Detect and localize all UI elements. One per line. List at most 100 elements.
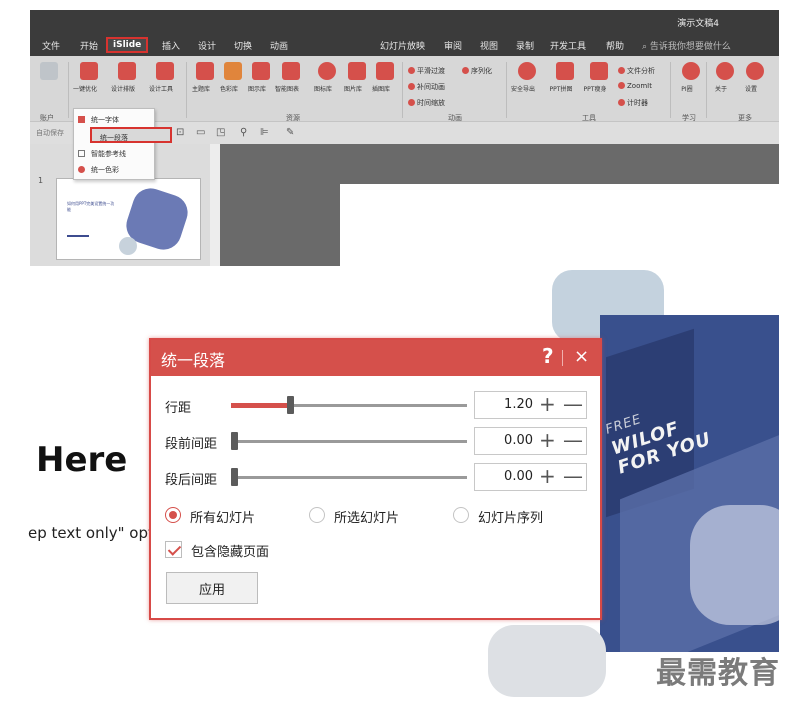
zoom-icon[interactable]: ⚲ <box>240 127 247 138</box>
apply-button[interactable]: 应用 <box>166 572 258 604</box>
theme-library-button[interactable]: 主题库 <box>192 62 218 93</box>
line-spacing-row: 行距 1.20 + — <box>151 390 600 420</box>
shapes-icon[interactable]: ◳ <box>216 127 225 138</box>
one-click-optimize-button[interactable]: 一键优化 <box>73 62 102 93</box>
menu-item-unify-paragraph[interactable]: 统一段落 <box>90 127 172 143</box>
icon-library-button[interactable]: 图标库 <box>314 62 340 93</box>
tab-view[interactable]: 视图 <box>480 39 498 52</box>
space-before-value[interactable]: 0.00 <box>481 433 533 448</box>
smart-chart-button[interactable]: 智能图表 <box>275 62 304 93</box>
tab-help[interactable]: 帮助 <box>606 39 624 52</box>
safe-export-button[interactable]: 安全导出 <box>511 62 540 93</box>
tab-developer[interactable]: 开发工具 <box>550 39 586 52</box>
avatar-icon <box>40 62 58 80</box>
present-icon[interactable]: ⊡ <box>176 127 184 138</box>
slide-icon[interactable]: ▭ <box>196 127 205 138</box>
menu-item-unify-color[interactable]: 统一色彩 <box>78 165 119 175</box>
tell-me-search[interactable]: ⌕ 告诉我你想要做什么 <box>642 39 731 52</box>
slide-canvas[interactable] <box>340 184 779 266</box>
decrement-button[interactable]: — <box>563 464 583 488</box>
slide-thumbnail[interactable]: 如何用PPT完美设置统一功能 <box>56 178 201 260</box>
icon-library-icon <box>318 62 336 80</box>
space-before-slider[interactable] <box>231 440 467 443</box>
menu-item-unify-font[interactable]: 统一字体 <box>78 115 119 125</box>
serialize-button[interactable]: 序列化 <box>462 66 492 76</box>
line-spacing-slider[interactable] <box>231 403 467 408</box>
tween-animation-button[interactable]: 补间动画 <box>408 82 445 92</box>
collage-icon <box>556 62 574 80</box>
guides-icon <box>78 150 85 157</box>
watermark: 最需教育 <box>656 656 780 691</box>
tab-slideshow[interactable]: 幻灯片放映 <box>380 39 425 52</box>
diagram-library-button[interactable]: 图示库 <box>248 62 274 93</box>
thumbnail-scrollbar[interactable] <box>210 144 220 266</box>
palette-icon <box>224 62 242 80</box>
tab-transitions[interactable]: 切换 <box>234 39 252 52</box>
thumbnail-circle <box>119 237 137 255</box>
dialog-header: 统一段落 ? × <box>151 340 600 376</box>
image-library-button[interactable]: 图片库 <box>344 62 370 93</box>
tab-record[interactable]: 录制 <box>516 39 534 52</box>
tab-file[interactable]: 文件 <box>42 39 60 52</box>
increment-button[interactable]: + <box>539 392 556 416</box>
illustration-library-button[interactable]: 插图库 <box>372 62 398 93</box>
close-button[interactable]: × <box>574 346 589 367</box>
brush-icon[interactable]: ✎ <box>286 127 294 138</box>
settings-button[interactable]: 设置 <box>742 62 768 93</box>
line-spacing-value[interactable]: 1.20 <box>481 397 533 412</box>
slider-thumb[interactable] <box>231 432 238 450</box>
optimize-icon <box>80 62 98 80</box>
grid-icon <box>118 62 136 80</box>
color-library-button[interactable]: 色彩库 <box>220 62 246 93</box>
clock-icon <box>408 99 415 106</box>
space-after-slider[interactable] <box>231 476 467 479</box>
decrement-button[interactable]: — <box>563 428 583 452</box>
design-tools-button[interactable]: 设计工具 <box>149 62 178 93</box>
file-analysis-button[interactable]: 文件分析 <box>618 66 655 76</box>
tab-animations[interactable]: 动画 <box>270 39 288 52</box>
menu-item-smart-guides[interactable]: 智能参考线 <box>78 149 126 159</box>
slide-number: 1 <box>38 176 44 185</box>
theme-icon <box>196 62 214 80</box>
gear-icon <box>746 62 764 80</box>
slider-thumb[interactable] <box>286 396 294 414</box>
zoomit-button[interactable]: ZoomIt <box>618 82 652 90</box>
thumbnail-accent-bar <box>67 235 89 237</box>
tools-icon <box>156 62 174 80</box>
group-separator <box>186 62 187 118</box>
document-title: 演示文稿4 <box>677 19 719 29</box>
time-scale-button[interactable]: 时间缩放 <box>408 98 445 108</box>
align-icon[interactable]: ⊫ <box>260 127 269 138</box>
tab-insert[interactable]: 插入 <box>162 39 180 52</box>
tab-design[interactable]: 设计 <box>198 39 216 52</box>
increment-button[interactable]: + <box>539 428 556 452</box>
timer-button[interactable]: 计时器 <box>618 98 648 108</box>
help-button[interactable]: ? <box>542 344 554 368</box>
ppt-collage-button[interactable]: PPT拼图 <box>550 62 578 93</box>
thumbnail-title: 如何用PPT完美设置统一功能 <box>67 201 115 212</box>
pi-circle-button[interactable]: PI圈 <box>678 62 704 93</box>
title-bar: 演示文稿4 <box>30 10 779 34</box>
tab-islide[interactable]: iSlide <box>106 37 149 53</box>
account-button[interactable] <box>36 62 62 80</box>
zoom-icon <box>618 82 625 89</box>
tab-home[interactable]: 开始 <box>80 39 98 52</box>
diagram-icon <box>252 62 270 80</box>
increment-button[interactable]: + <box>539 464 556 488</box>
info-icon <box>716 62 734 80</box>
optimize-dropdown-menu: 统一字体 统一段落 智能参考线 统一色彩 <box>73 108 172 180</box>
decorative-hexagon <box>488 625 606 697</box>
ppt-slim-button[interactable]: PPT瘦身 <box>584 62 612 93</box>
tab-review[interactable]: 审阅 <box>444 39 462 52</box>
smooth-transition-button[interactable]: 平滑过渡 <box>408 66 445 76</box>
unify-paragraph-dialog: 统一段落 ? × 行距 1.20 + — 段前间距 0.00 + — 段后间距 … <box>149 338 602 620</box>
about-button[interactable]: 关于 <box>712 62 738 93</box>
hands <box>690 505 779 625</box>
design-layout-button[interactable]: 设计排版 <box>111 62 140 93</box>
space-after-value[interactable]: 0.00 <box>481 469 533 484</box>
decrement-button[interactable]: — <box>563 392 583 416</box>
sequence-icon <box>462 67 469 74</box>
slider-thumb[interactable] <box>231 468 238 486</box>
include-hidden-checkbox[interactable]: 包含隐藏页面 <box>165 540 305 560</box>
space-before-value-box: 0.00 + — <box>474 427 587 455</box>
